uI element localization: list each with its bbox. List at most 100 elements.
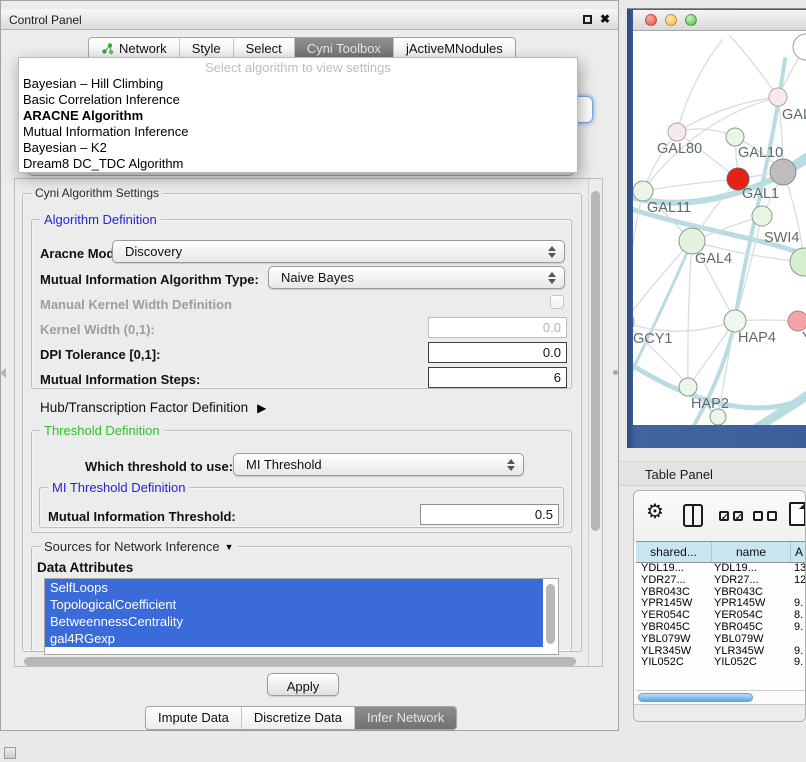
manual-kernel-checkbox[interactable]	[550, 295, 564, 309]
network-node-gal80[interactable]	[668, 123, 686, 141]
network-node-label: GAL10	[738, 145, 783, 161]
table-cell: YPR145W	[712, 598, 791, 610]
expand-right-icon[interactable]: ▶	[257, 401, 266, 415]
network-node[interactable]	[710, 409, 726, 425]
collapse-left-icon[interactable]	[0, 368, 6, 378]
deselect-all-checkboxes-icon[interactable]	[753, 511, 777, 521]
table-cell: YIL052C	[712, 657, 791, 669]
network-node-hap2[interactable]	[679, 378, 697, 396]
gear-icon[interactable]: ⚙	[646, 499, 664, 524]
mi-steps-label: Mutual Information Steps:	[40, 372, 200, 387]
hub-definition-label: Hub/Transcription Factor Definition	[40, 400, 248, 415]
close-window-icon[interactable]	[645, 14, 657, 26]
column-header-partial[interactable]: A	[791, 542, 806, 562]
column-header-shared[interactable]: shared...	[636, 542, 712, 562]
table-horizontal-scrollbar-thumb[interactable]	[638, 693, 753, 702]
attributes-scrollbar-thumb[interactable]	[546, 584, 555, 644]
table-row[interactable]: YBL079WYBL079W	[636, 634, 806, 646]
mi-threshold-field[interactable]: 0.5	[420, 504, 559, 525]
hub-definition-expander[interactable]: Hub/Transcription Factor Definition ▶	[40, 399, 266, 417]
float-window-icon[interactable]	[583, 15, 592, 24]
settings-horizontal-scrollbar[interactable]	[20, 655, 585, 668]
algorithm-option[interactable]: Bayesian – K2	[19, 140, 577, 156]
manual-kernel-label: Manual Kernel Width Definition	[40, 297, 232, 312]
network-node-gal10[interactable]	[726, 128, 744, 146]
data-attributes-rows: SelfLoopsTopologicalCoefficientBetweenne…	[45, 579, 558, 647]
table-row[interactable]: YBR045CYBR045C9.	[636, 622, 806, 634]
network-node-gcy1[interactable]	[633, 312, 634, 332]
export-table-file-icon[interactable]	[789, 502, 806, 526]
collapse-down-icon[interactable]: ▼	[225, 542, 234, 552]
apply-button[interactable]: Apply	[267, 673, 339, 696]
table-toolbar: ⚙ ✓✓	[634, 491, 805, 541]
network-node-hap4[interactable]	[724, 310, 746, 332]
table-row[interactable]: YDR27...YDR27...12	[636, 575, 806, 587]
table-row[interactable]: YBR043CYBR043C	[636, 587, 806, 599]
network-node-gal11[interactable]	[633, 181, 653, 201]
network-view-titlebar[interactable]	[633, 10, 806, 31]
network-node[interactable]	[793, 34, 806, 60]
data-attribute-item[interactable]: gal4RGexp	[45, 630, 543, 647]
algorithm-option[interactable]: Bayesian – Hill Climbing	[19, 76, 577, 92]
control-panel-title: Control Panel	[9, 13, 82, 27]
network-node-label: HAP4	[738, 330, 776, 346]
table-horizontal-scrollbar[interactable]	[636, 690, 806, 704]
table-cell: YDL19...	[636, 563, 712, 575]
kernel-width-field[interactable]: 0.0	[428, 317, 567, 338]
minimize-window-icon[interactable]	[665, 14, 677, 26]
zoom-window-icon[interactable]	[685, 14, 697, 26]
mi-algorithm-type-select[interactable]: Naive Bayes	[268, 266, 565, 289]
column-header-name[interactable]: name	[712, 542, 791, 562]
network-node-label: GAL1	[742, 186, 779, 202]
splitter-handle-icon[interactable]	[613, 370, 618, 375]
algorithm-option[interactable]: Dream8 DC_TDC Algorithm	[19, 156, 577, 172]
network-node-y[interactable]	[788, 311, 806, 331]
close-panel-icon[interactable]: ✖	[600, 12, 610, 26]
settings-vertical-scrollbar-thumb[interactable]	[591, 191, 600, 531]
network-graph[interactable]: GALGAL80GAL10GAL1GAL11SWI4GAL4GCY1HAP4YH…	[633, 31, 806, 425]
settings-horizontal-scrollbar-thumb[interactable]	[24, 657, 576, 666]
aracne-mode-select[interactable]: Discovery	[112, 240, 565, 263]
data-attributes-list[interactable]: SelfLoopsTopologicalCoefficientBetweenne…	[44, 578, 559, 655]
table-row[interactable]: YER054CYER054C8.	[636, 610, 806, 622]
sources-group-title[interactable]: Sources for Network Inference▼	[40, 539, 238, 554]
table-cell: YER054C	[712, 610, 791, 622]
table-panel-header[interactable]: Table Panel	[620, 461, 806, 486]
table-cell: 9.	[791, 622, 806, 634]
dpi-tolerance-field[interactable]: 0.0	[428, 342, 567, 363]
algorithm-option[interactable]: ARACNE Algorithm	[19, 108, 577, 124]
table-cell	[791, 634, 806, 646]
data-attribute-item[interactable]: TopologicalCoefficient	[45, 596, 543, 613]
tab-infer-network[interactable]: Infer Network	[354, 707, 456, 729]
data-attribute-item[interactable]: SelfLoops	[45, 579, 543, 596]
select-all-checkboxes-icon[interactable]: ✓✓	[719, 511, 743, 521]
tab-label: Infer Network	[367, 710, 444, 725]
mi-threshold-group-title: MI Threshold Definition	[48, 480, 189, 495]
table-row[interactable]: YPR145WYPR145W9.	[636, 598, 806, 610]
dpi-tolerance-label: DPI Tolerance [0,1]:	[40, 347, 160, 362]
settings-vertical-scrollbar[interactable]	[588, 179, 602, 666]
table-row[interactable]: YIL052CYIL052C9.	[636, 657, 806, 669]
table-panel-box: ⚙ ✓✓ shared... name A YDL19...YDL19...13…	[633, 490, 806, 722]
table-row[interactable]: YDL19...YDL19...13	[636, 563, 806, 575]
data-attribute-item[interactable]: BetweennessCentrality	[45, 613, 543, 630]
spinner-arrows-icon	[547, 272, 557, 284]
algorithm-option[interactable]: Basic Correlation Inference	[19, 92, 577, 108]
network-node-swi4[interactable]	[752, 206, 772, 226]
kernel-width-label: Kernel Width (0,1):	[40, 322, 155, 337]
columns-icon[interactable]	[683, 504, 703, 527]
table-row[interactable]: YLR345WYLR345W9.	[636, 646, 806, 658]
which-threshold-label: Which threshold to use:	[85, 459, 233, 474]
table-header-row: shared... name A	[636, 541, 806, 563]
algorithm-dropdown-list: Bayesian – Hill ClimbingBasic Correlatio…	[19, 76, 577, 172]
which-threshold-select[interactable]: MI Threshold	[233, 453, 524, 476]
network-node[interactable]	[770, 159, 796, 185]
tab-discretize-data[interactable]: Discretize Data	[241, 707, 354, 729]
tab-impute-data[interactable]: Impute Data	[146, 707, 241, 729]
network-canvas[interactable]: GALGAL80GAL10GAL1GAL11SWI4GAL4GCY1HAP4YH…	[633, 31, 806, 425]
network-node-gal[interactable]	[769, 88, 787, 106]
control-panel-titlebar[interactable]: Control Panel ✖	[1, 9, 618, 30]
mi-steps-field[interactable]: 6	[428, 367, 567, 388]
panel-grip-icon[interactable]	[4, 747, 16, 759]
algorithm-option[interactable]: Mutual Information Inference	[19, 124, 577, 140]
